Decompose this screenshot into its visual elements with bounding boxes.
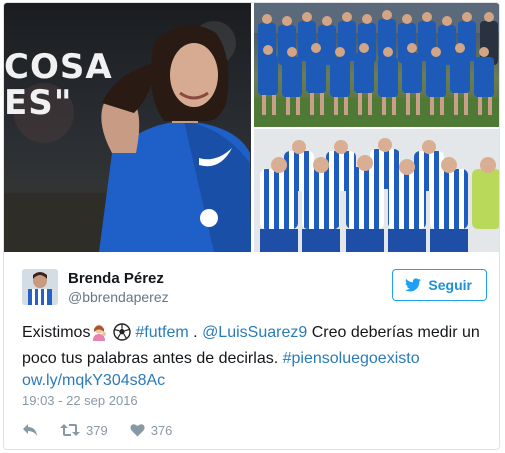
tweet-text: Existimos #futfem . @LuisSuarez9 Creo de… <box>22 322 487 392</box>
heart-icon <box>130 424 145 437</box>
overlay-line-2: ES" <box>4 83 73 123</box>
tweet-timestamp[interactable]: 19:03 - 22 sep 2016 <box>22 393 138 408</box>
soccer-ball-emoji <box>113 323 131 348</box>
author-handle[interactable]: @bbrendaperez <box>68 289 169 305</box>
retweet-icon <box>60 424 80 436</box>
team-striped-illustration <box>254 129 499 252</box>
tweet-header: Brenda Pérez @bbrendaperez Seguir <box>22 269 487 309</box>
woman-gesturing-emoji <box>90 323 108 348</box>
retweet-count: 379 <box>86 422 108 438</box>
tweet-url-link[interactable]: ow.ly/mqkY304s8Ac <box>22 372 165 389</box>
avatar[interactable] <box>22 269 58 305</box>
like-count: 376 <box>150 422 173 438</box>
media-photo-team-striped[interactable] <box>254 129 499 252</box>
overlay-line-1: COSA <box>4 47 113 87</box>
media-photo-team-blue[interactable] <box>254 3 499 127</box>
reply-button[interactable] <box>22 423 38 437</box>
retweet-button[interactable]: 379 <box>60 423 108 438</box>
player-photo-illustration <box>4 21 251 252</box>
hashtag-futfem-link[interactable]: #futfem <box>135 324 188 341</box>
author-name[interactable]: Brenda Pérez <box>68 270 164 287</box>
mention-luissuarez9-link[interactable]: @LuisSuarez9 <box>202 324 307 341</box>
follow-button[interactable]: Seguir <box>392 269 487 301</box>
tweet-text-prefix: Existimos <box>22 324 91 341</box>
tweet-text-dot: . <box>188 324 198 341</box>
avatar-image <box>22 269 58 305</box>
follow-button-label: Seguir <box>428 277 472 293</box>
hashtag-piensoluegoexisto-link[interactable]: #piensoluegoexisto <box>283 350 420 367</box>
like-button[interactable]: 376 <box>130 422 173 438</box>
media-grid[interactable]: COSA ES" <box>4 3 499 252</box>
twitter-bird-icon <box>405 278 422 292</box>
tweet-actions: 379 376 <box>22 420 194 440</box>
media-photo-player[interactable]: COSA ES" <box>4 3 251 252</box>
embedded-tweet-card: COSA ES" Brenda Pérez @bbrendaperez Segu… <box>3 2 500 450</box>
reply-icon <box>23 424 37 436</box>
team-blue-illustration <box>254 3 499 127</box>
video-overlay-caption: COSA ES" <box>4 49 113 121</box>
